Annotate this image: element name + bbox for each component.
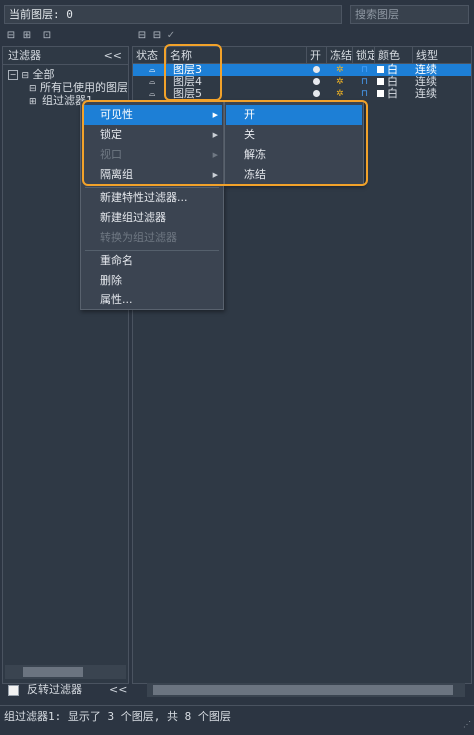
column-linetype[interactable]: 线型 [413,47,471,64]
filter-context-menu: 可见性 ▶ 锁定 ▶ 视口 ▶ 隔离组 ▶ 新建特性过滤器... 新建组过滤器 … [80,101,224,310]
filter-panel-header: 过滤器 << [3,47,128,65]
layer-state-manager-icon[interactable]: ⊡ [40,29,54,42]
layer-status-icon: ⌓ [149,77,156,86]
unlock-icon[interactable]: ⊓ [361,64,368,76]
column-freeze[interactable]: 冻结 [327,47,353,64]
layer-status-icon: ⌓ [149,89,156,98]
tree-item-label: 全部 [32,68,55,81]
search-layer-input[interactable] [350,5,469,24]
tree-expand-icon[interactable]: − [8,70,18,80]
submenu-item-thaw[interactable]: 解冻 [226,145,362,165]
tree-item-used-layers[interactable]: ⊟ 所有已使用的图层 [29,81,127,94]
unlock-icon[interactable]: ⊓ [361,88,368,100]
menu-item-properties[interactable]: 属性... [82,290,222,310]
layer-status-icon: ⌓ [149,65,156,74]
status-text: 组过滤器1: 显示了 3 个图层, 共 8 个图层 [4,710,231,723]
submenu-arrow-icon: ▶ [212,151,218,159]
invert-filter-checkbox[interactable] [8,685,19,696]
column-color[interactable]: 颜色 [375,47,413,64]
layer-linetype[interactable]: 连续 [415,88,437,100]
submenu-arrow-icon: ▶ [212,111,218,119]
menu-item-label: 隔离组 [100,168,133,181]
sun-icon[interactable]: ✲ [336,88,344,100]
submenu-item-off[interactable]: 关 [226,125,362,145]
current-layer-display: 当前图层: 0 [4,5,342,24]
new-group-filter-icon[interactable]: ⊞ [20,29,34,42]
menu-item-label: 锁定 [100,128,122,141]
sun-icon[interactable]: ✲ [336,76,344,88]
bulb-icon[interactable] [313,66,320,73]
filter-toolbar: ⊟ ⊞ ⊡ ⊟ ⊟ ✓ [0,28,474,44]
submenu-arrow-icon: ▶ [212,171,218,179]
layer-horizontal-scrollbar[interactable] [147,683,465,697]
filter-horizontal-scrollbar[interactable] [5,665,126,679]
layer-name: 图层5 [173,87,202,100]
group-filter-icon: ⊞ [29,97,37,107]
bulb-icon[interactable] [313,90,320,97]
menu-item-isolate-group[interactable]: 隔离组 ▶ [82,165,222,185]
submenu-arrow-icon: ▶ [212,131,218,139]
color-swatch[interactable] [377,90,384,97]
status-bar: 组过滤器1: 显示了 3 个图层, 共 8 个图层 ⋰ [0,705,474,729]
column-lock[interactable]: 锁定 [353,47,375,64]
layer-color[interactable]: 白 [387,88,398,100]
menu-item-new-property-filter[interactable]: 新建特性过滤器... [82,188,222,208]
layer-table-header: 状态 名称 开 冻结 锁定 颜色 线型 [133,47,471,64]
top-bar: 当前图层: 0 [0,0,474,28]
sun-icon[interactable]: ✲ [336,64,344,76]
set-current-icon[interactable]: ✓ [164,29,178,42]
column-on[interactable]: 开 [307,47,327,64]
menu-item-rename[interactable]: 重命名 [82,251,222,271]
filter-icon: ⊟ [29,84,37,94]
layers-icon: ⊟ [21,71,30,81]
menu-item-label: 可见性 [100,108,133,121]
menu-item-label: 视口 [100,148,122,161]
submenu-item-on[interactable]: 开 [226,105,362,125]
delete-layer-icon[interactable]: ⊟ [150,29,164,42]
collapse-panel-icon[interactable]: << [109,683,127,696]
menu-item-lock[interactable]: 锁定 ▶ [82,125,222,145]
column-name[interactable]: 名称 [167,47,307,64]
column-status[interactable]: 状态 [133,47,167,64]
scrollbar-thumb[interactable] [23,667,83,677]
layer-row[interactable]: ⌓ 图层5 ✲ ⊓ 白 连续 [133,88,471,100]
visibility-submenu: 开 关 解冻 冻结 [224,101,364,185]
menu-item-new-group-filter[interactable]: 新建组过滤器 [82,208,222,228]
menu-item-viewport: 视口 ▶ [82,145,222,165]
unlock-icon[interactable]: ⊓ [361,76,368,88]
color-swatch[interactable] [377,66,384,73]
scrollbar-thumb[interactable] [153,685,453,695]
new-layer-icon[interactable]: ⊟ [135,29,149,42]
invert-filter-label: 反转过滤器 [27,683,82,696]
menu-item-visibility[interactable]: 可见性 ▶ [82,105,222,125]
color-swatch[interactable] [377,78,384,85]
tree-item-all[interactable]: − ⊟ 全部 [8,68,55,81]
submenu-item-freeze[interactable]: 冻结 [226,165,362,185]
collapse-filter-icon[interactable]: << [104,47,122,65]
tree-item-label: 所有已使用的图层 [40,81,127,94]
menu-item-convert-to-group-filter: 转换为组过滤器 [100,231,177,244]
resize-grip-icon[interactable]: ⋰ [463,714,471,735]
bulb-icon[interactable] [313,78,320,85]
menu-item-delete[interactable]: 删除 [82,271,222,291]
filter-panel-title: 过滤器 [8,49,41,62]
new-property-filter-icon[interactable]: ⊟ [4,29,18,42]
